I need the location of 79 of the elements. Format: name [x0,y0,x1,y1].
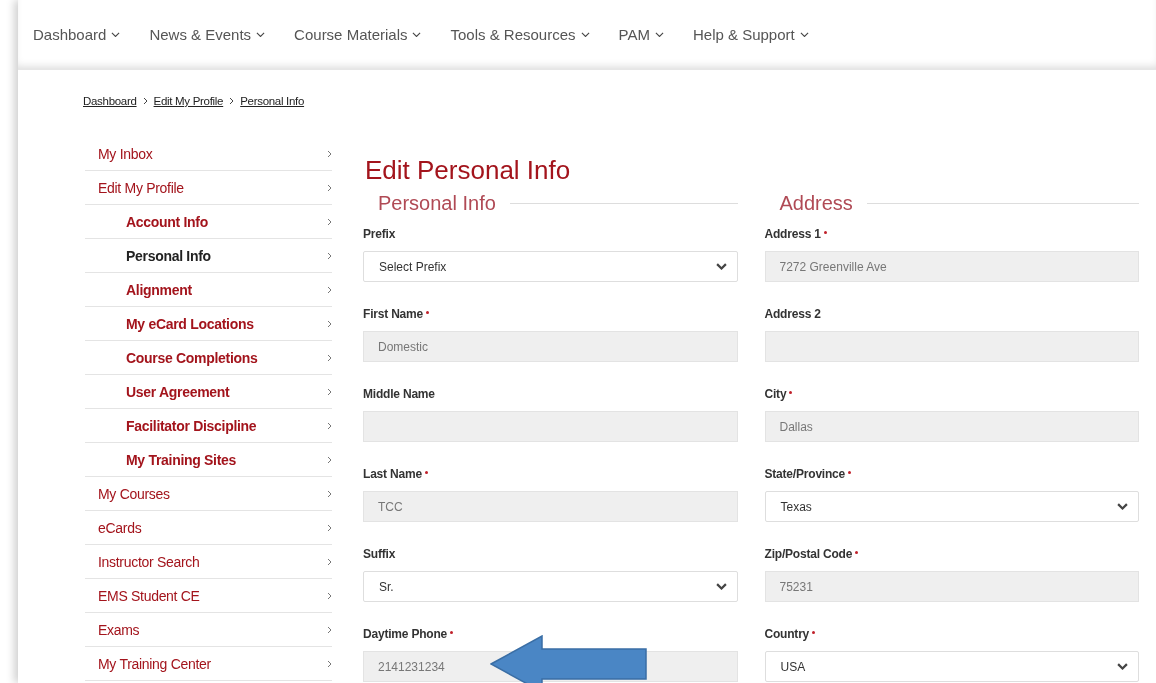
field-label: Last Name [363,467,422,481]
field-label: Daytime Phone [363,627,448,641]
breadcrumb-link[interactable]: Personal Info [240,95,305,107]
page-title: Edit Personal Info [365,155,572,186]
field-label: City [764,387,787,401]
input-field[interactable] [764,331,1139,362]
chevron-right-icon [327,421,332,430]
chevron-down-icon [111,31,121,38]
input-field[interactable]: 75231 [764,571,1139,602]
chevron-right-icon [327,523,332,532]
section-heading: Address [779,192,853,215]
nav-menu-item[interactable]: PAM [618,26,664,43]
sidebar-item[interactable]: Facilitator Discipline [85,409,332,443]
input-field[interactable] [363,411,738,442]
sidebar-item[interactable]: Account Info [85,205,332,239]
nav-menu-item[interactable]: Course Materials [294,26,422,43]
sidebar-item[interactable]: Course Completions [85,341,332,375]
select-field[interactable]: Select Prefix [363,251,738,282]
section-heading: Personal Info [378,192,496,215]
sidebar-item[interactable]: Edit My Profile [85,171,332,205]
sidebar-item[interactable]: User Agreement [85,375,332,409]
field-label: State/Province [764,467,846,481]
chevron-right-icon [327,557,332,566]
chevron-down-icon [580,31,590,38]
field-label: Suffix [363,547,396,561]
input-field[interactable]: Domestic [363,331,738,362]
chevron-right-icon [327,319,332,328]
field-label: First Name [363,307,424,321]
chevron-right-icon [229,97,235,105]
select-field[interactable]: Texas [764,491,1139,522]
chevron-down-icon [715,263,727,270]
chevron-right-icon [327,149,332,158]
chevron-down-icon [799,31,809,38]
chevron-right-icon [327,251,332,260]
chevron-right-icon [142,97,148,105]
chevron-down-icon [715,583,727,590]
nav-menu-item[interactable]: Tools & Resources [450,26,590,43]
nav-menu-item[interactable]: News & Events [149,26,266,43]
chevron-down-icon [256,31,266,38]
chevron-right-icon [327,489,332,498]
input-field[interactable]: TCC [363,491,738,522]
chevron-down-icon [412,31,422,38]
chevron-right-icon [327,659,332,668]
breadcrumb-link[interactable]: Dashboard [83,95,137,107]
sidebar-item[interactable]: Exams [85,613,332,647]
chevron-right-icon [327,387,332,396]
sidebar-item[interactable]: My Training Sites [85,443,332,477]
select-field[interactable]: Sr. [363,571,738,602]
field-label: Country [764,627,810,641]
sidebar-item[interactable]: My Inbox [85,137,332,171]
chevron-right-icon [327,353,332,362]
nav-menu-item[interactable]: Dashboard [33,26,121,43]
sidebar-item[interactable]: My Courses [85,477,332,511]
input-field[interactable]: Dallas [764,411,1139,442]
sidebar-item[interactable]: Alignment [85,273,332,307]
sidebar-item[interactable]: EMS Student CE [85,579,332,613]
nav-menu-item[interactable]: Help & Support [692,26,809,43]
chevron-right-icon [327,285,332,294]
chevron-down-icon [654,31,664,38]
breadcrumb-link[interactable]: Edit My Profile [153,95,224,107]
sidebar-item[interactable]: eCards [85,511,332,545]
field-label: Zip/Postal Code [764,547,853,561]
select-field[interactable]: USA [764,651,1139,682]
chevron-down-icon [1117,503,1128,510]
input-field[interactable]: 7272 Greenville Ave [764,251,1139,282]
field-label: Address 2 [764,307,821,321]
chevron-right-icon [327,183,332,192]
chevron-right-icon [327,625,332,634]
sidebar-item[interactable]: My Training Center [85,647,332,681]
chevron-right-icon [327,591,332,600]
field-label: Middle Name [363,387,435,401]
sidebar-item[interactable]: My eCard Locations [85,307,332,341]
chevron-right-icon [327,455,332,464]
sidebar-item[interactable]: Instructor Search [85,545,332,579]
chevron-right-icon [327,217,332,226]
sidebar-item[interactable]: Personal Info [85,239,332,273]
field-label: Prefix [363,227,396,241]
field-label: Address 1 [764,227,821,241]
chevron-down-icon [1117,663,1128,670]
